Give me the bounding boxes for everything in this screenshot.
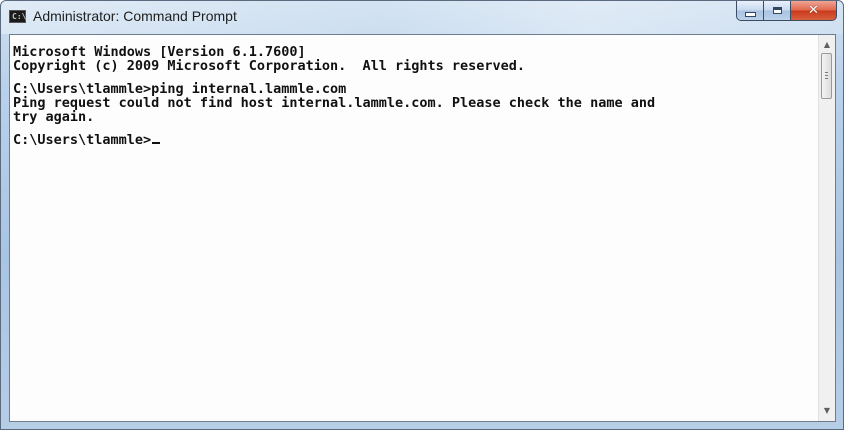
caption-buttons: ✕ [736,1,837,21]
window-title: Administrator: Command Prompt [33,8,237,24]
cmd-app-icon[interactable]: C:\ [9,10,26,23]
console-client-area: Microsoft Windows [Version 6.1.7600] Cop… [9,34,836,422]
maximize-button[interactable] [764,1,791,21]
scroll-up-arrow-icon[interactable]: ▲ [819,37,835,53]
vertical-scrollbar[interactable]: ▲ ▼ [818,35,835,421]
text-cursor [152,142,161,144]
console-line: Copyright (c) 2009 Microsoft Corporation… [13,58,526,74]
close-button[interactable]: ✕ [791,1,837,21]
console-line: Ping request could not find host interna… [13,95,656,111]
console-line: C:\Users\tlammle>ping internal.lammle.co… [13,81,347,97]
maximize-icon [772,7,782,14]
console-prompt-line: C:\Users\tlammle> [13,133,819,147]
console-output[interactable]: Microsoft Windows [Version 6.1.7600] Cop… [10,35,819,421]
command-prompt-window: C:\ Administrator: Command Prompt ✕ Micr… [0,0,844,430]
command-prompt: C:\Users\tlammle> [13,132,152,148]
console-line: try again. [13,109,95,125]
scroll-thumb[interactable] [821,53,832,99]
scroll-down-arrow-icon[interactable]: ▼ [819,403,835,419]
minimize-button[interactable] [736,1,764,21]
console-line: Microsoft Windows [Version 6.1.7600] [13,44,306,60]
close-icon: ✕ [808,3,819,18]
minimize-icon [744,11,756,17]
window-bottom-frame [1,420,843,429]
thumb-grip-icon [825,72,828,73]
title-bar[interactable]: C:\ Administrator: Command Prompt ✕ [1,1,843,34]
